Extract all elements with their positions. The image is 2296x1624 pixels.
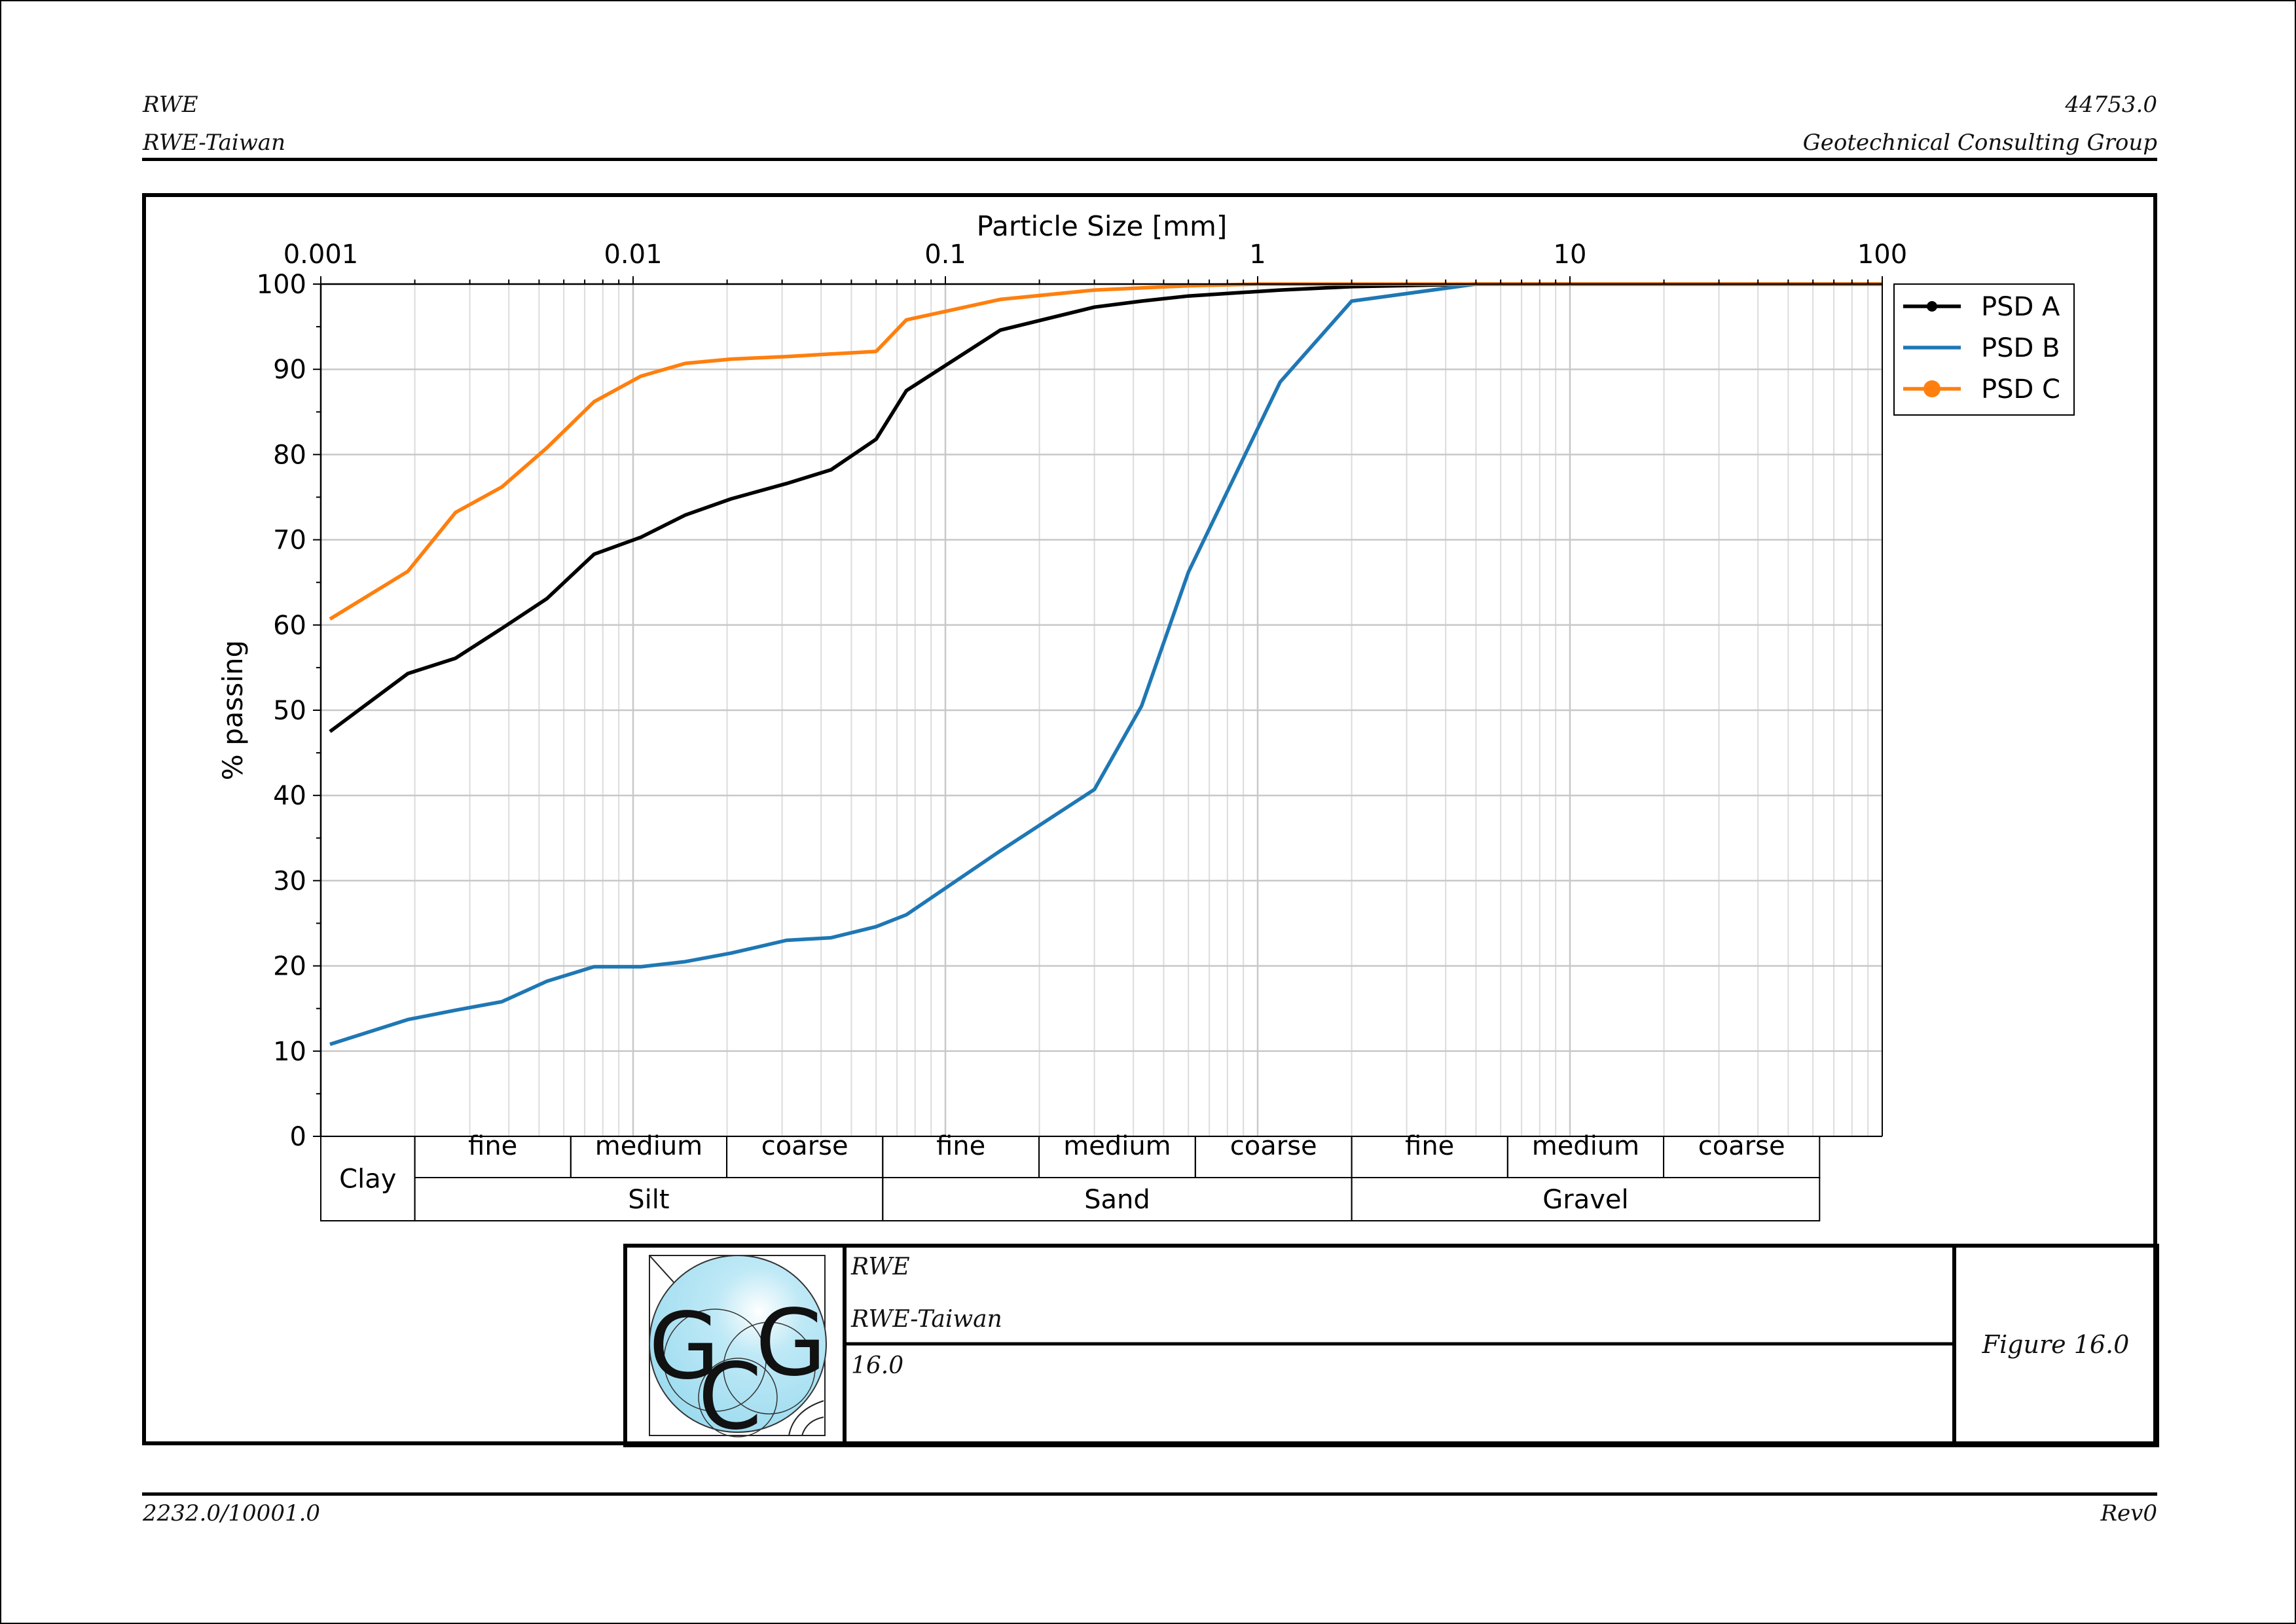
class-sub-label: coarse [1230, 1131, 1317, 1161]
x-tick-label: 0.001 [283, 240, 359, 270]
title-block-number: 16.0 [851, 1352, 904, 1379]
chart-legend: PSD A PSD B PSD C [1893, 283, 2075, 416]
x-tick-label: 10 [1554, 240, 1587, 270]
x-axis-label: Particle Size [mm] [977, 210, 1228, 242]
footer-reference: 2232.0/10001.0 [143, 1500, 321, 1526]
class-sub-label: medium [1063, 1131, 1171, 1161]
class-sub-label: fine [936, 1131, 985, 1161]
title-block-project-line1: RWE [851, 1254, 910, 1280]
class-group-label: Gravel [1542, 1185, 1628, 1215]
y-tick-label: 10 [273, 1037, 306, 1067]
y-tick-label: 50 [273, 696, 306, 726]
class-sub-label: coarse [1698, 1131, 1785, 1161]
x-tick-label: 1 [1249, 240, 1266, 270]
y-tick-label: 100 [257, 270, 306, 300]
series-line-psd-a [329, 282, 1882, 733]
y-tick-label: 0 [290, 1122, 306, 1152]
series-line-psd-b [329, 282, 1882, 1047]
x-tick-label: 100 [1857, 240, 1907, 270]
y-tick-label: 40 [273, 781, 306, 811]
title-block-project-line2: RWE-Taiwan [851, 1306, 1002, 1333]
y-tick-label: 30 [273, 866, 306, 896]
y-tick-label: 70 [273, 526, 306, 556]
footer-revision: Rev0 [2100, 1500, 2157, 1526]
chart-axes-layer: 01020304050607080901000.001 0.01 0.1 1 10 100 [257, 240, 1908, 1152]
class-sub-label: medium [1532, 1131, 1639, 1161]
x-tick-label: 0.01 [604, 240, 662, 270]
class-group-label: Silt [628, 1185, 669, 1215]
chart-major-grid [319, 283, 1882, 1138]
chart-series-layer [329, 282, 1882, 1047]
legend-label: PSD C [1981, 374, 2060, 405]
y-tick-label: 20 [273, 952, 306, 982]
title-block-figure: Figure 16.0 [1982, 1330, 2130, 1359]
class-sub-label: fine [468, 1131, 517, 1161]
y-tick-label: 90 [273, 355, 306, 385]
class-sub-label: medium [595, 1131, 702, 1161]
class-group-label: Sand [1084, 1185, 1150, 1215]
legend-marker [1927, 301, 1937, 312]
y-tick-label: 60 [273, 611, 306, 641]
psd-chart: 01020304050607080901000.001 0.01 0.1 1 10 100… [217, 210, 2075, 1221]
soil-class-table: Clay Silt fine medium coarse Sand fine medium co… [320, 1131, 1821, 1221]
class-sub-label: fine [1405, 1131, 1454, 1161]
series-line-psd-c [329, 282, 1882, 621]
legend-marker [1923, 380, 1941, 397]
clay-label: Clay [339, 1164, 396, 1195]
y-axis-label: % passing [217, 640, 249, 780]
class-sub-label: coarse [761, 1131, 848, 1161]
footer-rule [142, 1492, 2157, 1496]
legend-label: PSD A [1981, 292, 2060, 322]
y-tick-label: 80 [273, 440, 306, 470]
legend-label: PSD B [1981, 333, 2060, 363]
x-tick-label: 0.1 [924, 240, 966, 270]
